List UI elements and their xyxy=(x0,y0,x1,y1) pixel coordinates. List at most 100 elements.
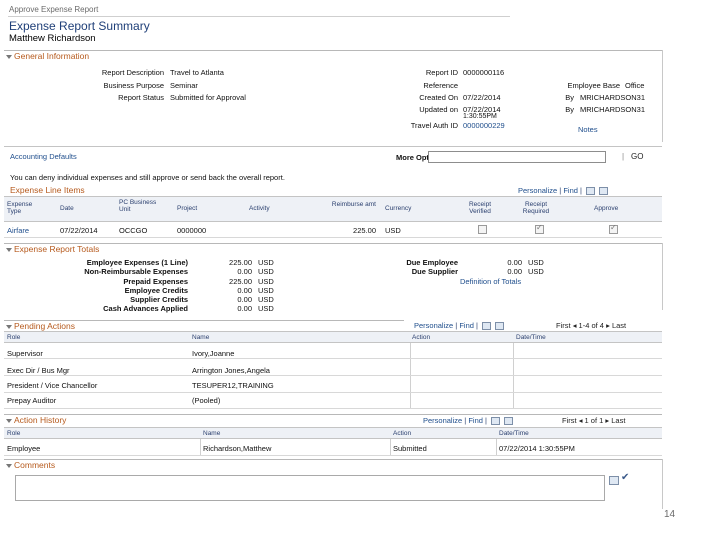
accounting-defaults-link[interactable]: Accounting Defaults xyxy=(10,152,77,161)
total-currency: USD xyxy=(258,304,274,313)
expense-type-link[interactable]: Airfare xyxy=(7,226,29,235)
view-all-icon[interactable] xyxy=(491,417,501,426)
pager-range: 1-4 of 4 xyxy=(578,321,604,330)
history-header-row xyxy=(4,427,662,439)
approve-checkbox[interactable] xyxy=(609,223,618,234)
total-amount: 225.00 xyxy=(229,258,252,267)
download-icon[interactable] xyxy=(495,322,505,331)
personalize-link[interactable]: Personalize xyxy=(414,321,453,330)
notes-link[interactable]: Notes xyxy=(578,125,598,134)
header-rule xyxy=(8,16,510,17)
view-all-icon[interactable] xyxy=(482,322,492,331)
pager-range: 1 of 1 xyxy=(584,416,604,425)
accounting-rule xyxy=(4,146,662,147)
pending-name: Arrington Jones,Angela xyxy=(192,366,270,375)
value-report-description: Travel to Atlanta xyxy=(170,68,224,77)
expense-lines-header: Expense Line Items xyxy=(10,185,85,195)
first-link[interactable]: First xyxy=(556,321,571,330)
value-report-status: Submitted for Approval xyxy=(170,93,246,102)
find-link[interactable]: Find xyxy=(468,416,483,425)
total-currency: USD xyxy=(258,286,274,295)
table-row xyxy=(4,343,662,359)
history-role: Employee xyxy=(7,444,41,453)
pending-role: Supervisor xyxy=(7,349,43,358)
total-currency: USD xyxy=(258,295,274,304)
total-label: Employee Expenses (1 Line) xyxy=(86,258,188,267)
label-reference: Reference xyxy=(423,81,458,90)
go-button[interactable]: GO xyxy=(631,152,643,161)
label-by-created: By xyxy=(565,93,574,102)
label-created-on: Created On xyxy=(419,93,458,102)
col-action: Action xyxy=(412,334,431,341)
history-action: Submitted xyxy=(393,444,427,453)
value-updated-time: 1:30:55PM xyxy=(463,113,497,120)
find-link[interactable]: Find xyxy=(563,186,578,195)
travel-auth-id-link[interactable]: 0000000229 xyxy=(463,121,505,130)
history-pager: First ◂ 1 of 1 ▸ Last xyxy=(562,416,625,425)
page-title: Expense Report Summary xyxy=(9,19,150,33)
last-link[interactable]: Last xyxy=(612,321,626,330)
collapse-triangle-icon xyxy=(6,248,12,252)
comments-textarea[interactable] xyxy=(15,475,605,501)
label-business-purpose: Business Purpose xyxy=(103,81,164,90)
personalize-link[interactable]: Personalize xyxy=(423,416,462,425)
last-link[interactable]: Last xyxy=(611,416,625,425)
col-datetime: Date/Time xyxy=(499,430,529,437)
table-row xyxy=(4,376,662,393)
totals-title: Expense Report Totals xyxy=(14,244,100,254)
total-amount: 0.00 xyxy=(237,304,252,313)
total-label: Employee Credits xyxy=(124,286,188,295)
next-icon[interactable]: ▸ xyxy=(605,416,609,425)
value-by-updated: MRICHARDSON31 xyxy=(580,105,646,114)
prev-icon[interactable]: ◂ xyxy=(573,321,577,330)
personalize-link[interactable]: Personalize xyxy=(518,186,557,195)
due-amount: 0.00 xyxy=(507,267,522,276)
next-icon[interactable]: ▸ xyxy=(606,321,610,330)
check-icon[interactable]: ✔ xyxy=(621,472,629,483)
history-name: Richardson,Matthew xyxy=(203,444,272,453)
pending-name: TESUPER12,TRAINING xyxy=(192,381,274,390)
expense-lines-header-row xyxy=(4,196,662,222)
view-all-icon[interactable] xyxy=(586,187,596,196)
download-icon[interactable] xyxy=(504,417,514,426)
receipt-verified-checkbox[interactable] xyxy=(478,225,487,234)
total-amount: 0.00 xyxy=(237,286,252,295)
pending-toolbar: Personalize | Find | xyxy=(414,321,505,331)
col-expense-type: Expense Type xyxy=(7,201,33,215)
expense-business-unit: OCCGO xyxy=(119,226,148,235)
history-datetime: 07/22/2014 1:30:55PM xyxy=(499,444,575,453)
col-approve: Approve xyxy=(594,205,619,212)
pending-role: Prepay Auditor xyxy=(7,396,57,405)
comments-header[interactable]: Comments xyxy=(4,459,662,471)
right-border xyxy=(662,50,663,142)
pending-pager: First ◂ 1-4 of 4 ▸ Last xyxy=(556,321,626,330)
find-link[interactable]: Find xyxy=(459,321,474,330)
table-row xyxy=(4,359,662,376)
col-date: Date xyxy=(60,205,74,212)
prev-icon[interactable]: ◂ xyxy=(579,416,583,425)
label-report-status: Report Status xyxy=(118,93,164,102)
total-amount: 225.00 xyxy=(229,277,252,286)
first-link[interactable]: First xyxy=(562,416,577,425)
total-label: Non-Reimbursable Expenses xyxy=(84,267,188,276)
label-updated-on: Updated on xyxy=(419,105,458,114)
spellcheck-icon[interactable] xyxy=(609,476,619,485)
expense-currency: USD xyxy=(385,226,401,235)
expense-amount: 225.00 xyxy=(353,226,376,235)
label-report-id: Report ID xyxy=(425,68,458,77)
definition-of-totals-link[interactable]: Definition of Totals xyxy=(460,277,521,286)
more-options-select[interactable] xyxy=(428,151,606,163)
total-currency: USD xyxy=(258,258,274,267)
totals-header[interactable]: Expense Report Totals xyxy=(4,243,662,255)
total-amount: 0.00 xyxy=(237,267,252,276)
col-name: Name xyxy=(203,430,221,437)
receipt-required-checkbox[interactable] xyxy=(535,223,544,234)
general-info-header[interactable]: General Information xyxy=(4,50,662,62)
col-pc-business-unit: PC Business Unit xyxy=(119,199,157,213)
label-travel-auth-id: Travel Auth ID xyxy=(410,121,458,130)
due-label: Due Employee xyxy=(406,258,458,267)
due-label: Due Supplier xyxy=(411,267,458,276)
slide-number: 14 xyxy=(664,509,676,520)
download-icon[interactable] xyxy=(599,187,609,196)
due-currency: USD xyxy=(528,258,544,267)
